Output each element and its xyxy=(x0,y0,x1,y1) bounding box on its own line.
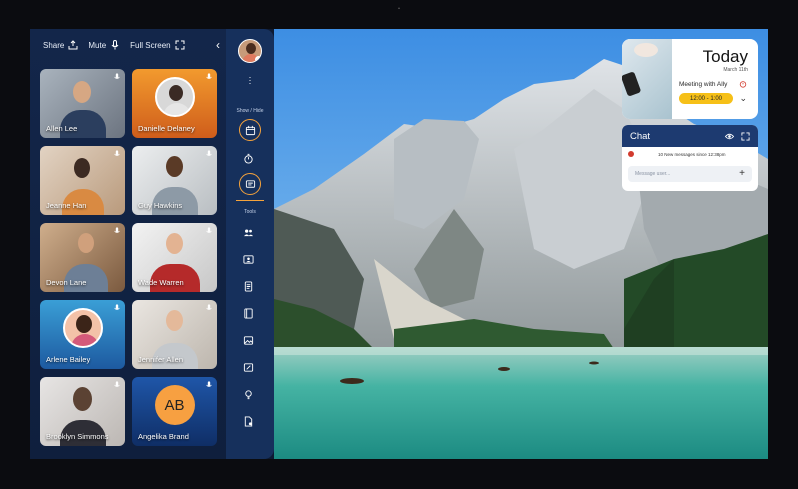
meeting-title: Meeting with Ally xyxy=(679,81,728,88)
participant-tile[interactable]: Jennifer Allen xyxy=(132,300,217,369)
message-input[interactable]: Message user... xyxy=(628,166,752,182)
show-hide-label: Show / Hide xyxy=(236,108,264,114)
share-label: Share xyxy=(43,40,65,50)
calendar-icon xyxy=(245,125,255,135)
stopwatch-icon xyxy=(244,153,253,164)
fullscreen-label: Full Screen xyxy=(130,40,171,50)
users-icon xyxy=(243,229,254,237)
participant-name: Allen Lee xyxy=(46,124,78,133)
eye-icon[interactable] xyxy=(725,132,734,141)
chat-header: Chat xyxy=(622,125,758,147)
microphone-icon xyxy=(206,304,212,310)
microphone-icon xyxy=(114,304,120,310)
ideas-button[interactable] xyxy=(243,387,257,401)
today-title: Today xyxy=(702,47,748,66)
desk-photo xyxy=(622,39,672,119)
participant-tile[interactable]: Allen Lee xyxy=(40,69,125,138)
participant-name: Wade Warren xyxy=(138,278,184,287)
calendar-toggle-button[interactable] xyxy=(239,119,261,141)
whiteboard-icon xyxy=(243,363,254,372)
more-options-icon[interactable]: · · · xyxy=(226,73,274,88)
chat-icon xyxy=(245,179,255,188)
alarm-clock-icon xyxy=(739,81,747,88)
settings-file-button[interactable] xyxy=(243,414,257,428)
gallery-button[interactable] xyxy=(243,333,257,347)
participant-name: Guy Hawkins xyxy=(138,201,183,210)
participant-name: Jennifer Allen xyxy=(138,355,184,364)
participant-tile[interactable]: Guy Hawkins xyxy=(132,146,217,215)
participant-name: Arlene Bailey xyxy=(46,355,91,364)
mute-label: Mute xyxy=(88,40,107,50)
upload-icon xyxy=(68,40,78,50)
microphone-icon xyxy=(206,150,212,156)
notes-button[interactable] xyxy=(243,306,257,320)
whiteboard-button[interactable] xyxy=(243,360,257,374)
participant-tile[interactable]: AB Angelika Brand xyxy=(132,377,217,446)
fullscreen-button[interactable]: Full Screen xyxy=(130,40,185,50)
today-date: March 11th xyxy=(723,67,748,73)
chat-widget: Chat 10 New messages since 12:38pm Messa… xyxy=(622,125,758,191)
chevron-left-icon[interactable]: ‹ xyxy=(216,38,220,52)
microphone-icon xyxy=(111,40,119,50)
mute-button[interactable]: Mute xyxy=(88,40,120,50)
chat-title: Chat xyxy=(630,130,651,142)
participants-tool-button[interactable] xyxy=(243,225,257,239)
microphone-icon xyxy=(114,227,120,233)
tool-rail: · · · Show / Hide Tools xyxy=(226,29,274,459)
participant-tile[interactable]: Brooklyn Simmons xyxy=(40,377,125,446)
timer-button[interactable] xyxy=(243,151,257,165)
file-settings-icon xyxy=(244,416,253,427)
avatar-initials: AB xyxy=(154,385,195,425)
microphone-icon xyxy=(206,227,212,233)
expand-icon[interactable] xyxy=(741,131,750,141)
participant-name: Devon Lane xyxy=(46,278,87,287)
chat-toggle-button[interactable] xyxy=(239,173,261,195)
participant-name: Angelika Brand xyxy=(138,432,189,441)
participant-tile[interactable]: Devon Lane xyxy=(40,223,125,292)
contact-card-icon xyxy=(243,255,254,264)
plus-icon[interactable]: + xyxy=(739,166,745,182)
panel-toolbar: Share Mute Full Screen ‹ xyxy=(30,29,226,61)
new-messages-text: 10 New messages since 12:38pm xyxy=(658,151,726,157)
expand-icon xyxy=(175,40,185,50)
contact-card-button[interactable] xyxy=(243,252,257,266)
participant-tile[interactable]: Jeanne Han xyxy=(40,146,125,215)
participant-name: Brooklyn Simmons xyxy=(46,432,109,441)
avatar xyxy=(154,77,195,117)
document-button[interactable] xyxy=(243,279,257,293)
tools-label: Tools xyxy=(244,209,256,215)
participant-name: Jeanne Han xyxy=(46,201,87,210)
participant-tile[interactable]: Wade Warren xyxy=(132,223,217,292)
lightbulb-icon xyxy=(245,390,252,400)
share-button[interactable]: Share xyxy=(43,40,78,50)
meeting-time-badge: 12:00 - 1:00 xyxy=(679,93,733,104)
today-card[interactable]: Today March 11th Meeting with Ally 12:00… xyxy=(622,39,758,119)
participant-name: Danielle Delaney xyxy=(138,124,195,133)
participants-panel: Share Mute Full Screen ‹ Allen Lee Danie… xyxy=(30,29,226,459)
microphone-icon xyxy=(114,73,120,79)
new-messages-notice[interactable]: 10 New messages since 12:38pm xyxy=(628,151,752,157)
app-window: Share Mute Full Screen ‹ Allen Lee Danie… xyxy=(30,29,768,459)
rail-divider xyxy=(236,200,264,201)
participant-tile[interactable]: Arlene Bailey xyxy=(40,300,125,369)
participant-tile[interactable]: Danielle Delaney xyxy=(132,69,217,138)
microphone-icon xyxy=(114,150,120,156)
document-icon xyxy=(244,281,253,292)
user-avatar[interactable] xyxy=(238,39,262,63)
microphone-icon xyxy=(206,73,212,79)
microphone-icon xyxy=(114,381,120,387)
participant-grid: Allen Lee Danielle Delaney Jeanne Han Gu… xyxy=(40,69,217,446)
avatar xyxy=(62,308,103,348)
image-icon xyxy=(243,336,254,345)
chevron-double-down-icon[interactable]: ⌄ xyxy=(739,93,747,104)
notebook-icon xyxy=(244,308,253,319)
microphone-icon xyxy=(206,381,212,387)
window-indicator: ▴ xyxy=(398,5,401,10)
unread-dot xyxy=(628,151,634,157)
